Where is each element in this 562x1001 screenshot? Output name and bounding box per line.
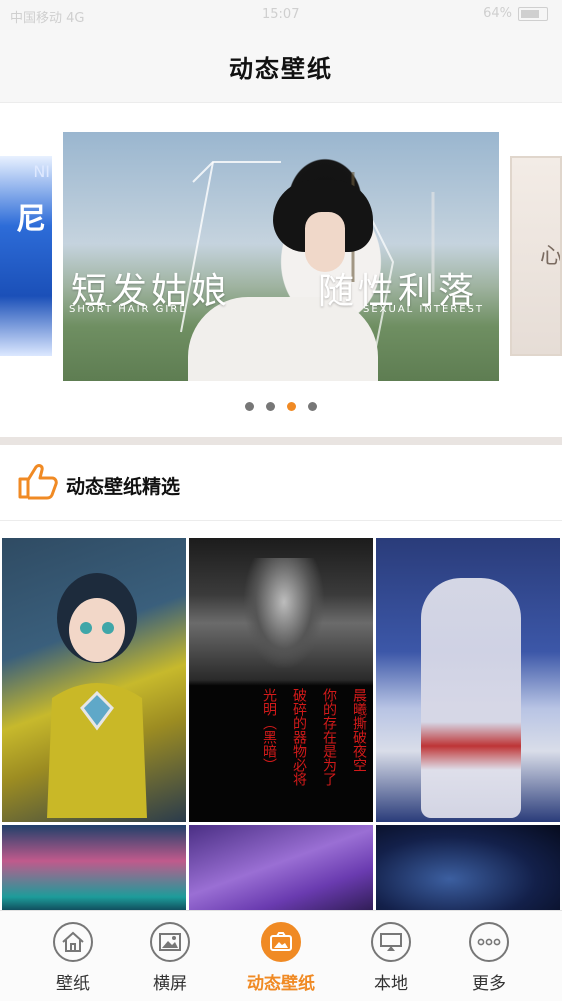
- tab-label: 壁纸: [56, 974, 90, 994]
- banner-prev-sub: NI: [33, 162, 50, 181]
- banner-prev-slide[interactable]: NI 尼: [0, 156, 52, 356]
- banner-carousel[interactable]: NI 尼 短发姑娘 随性利落 SHORT HAIR GIRL SEXUAL IN…: [0, 104, 562, 438]
- tile-poem-line: 光明（黑暗）: [261, 688, 277, 772]
- thumbs-up-icon: [16, 463, 58, 505]
- tab-wallpaper[interactable]: 壁纸: [18, 911, 128, 1001]
- battery-icon: [518, 6, 548, 21]
- tab-landscape[interactable]: 横屏: [115, 911, 225, 1001]
- wallpaper-grid: 晨曦撕破夜空 你的存在是为了 破碎的器物必将 光明（黑暗）: [0, 536, 562, 915]
- tile-anime-girl-art: [47, 573, 147, 818]
- tile-warrior-art: [421, 578, 521, 818]
- tile-poem-line: 你的存在是为了: [321, 688, 337, 786]
- banner-next-slide[interactable]: 心: [510, 156, 562, 356]
- battery-percent: 64%: [483, 6, 512, 21]
- tab-more[interactable]: 更多: [434, 911, 544, 1001]
- wallpaper-tile[interactable]: [376, 825, 560, 915]
- wallpaper-tile[interactable]: [2, 538, 186, 822]
- tab-live-wallpaper[interactable]: 动态壁纸: [226, 911, 336, 1001]
- local-icon: [371, 922, 411, 962]
- carousel-dot[interactable]: [308, 402, 317, 411]
- banner-subtitle-left: SHORT HAIR GIRL: [69, 304, 187, 315]
- wallpaper-tile[interactable]: 晨曦撕破夜空 你的存在是为了 破碎的器物必将 光明（黑暗）: [189, 538, 373, 822]
- bottom-tab-bar: 壁纸 横屏 动态壁纸 本地 更多: [0, 910, 562, 1001]
- tab-label: 横屏: [153, 974, 187, 994]
- home-icon: [53, 922, 93, 962]
- landscape-image-icon: [150, 922, 190, 962]
- wallpaper-tile[interactable]: [2, 825, 186, 915]
- wallpaper-tile[interactable]: [189, 825, 373, 915]
- live-wallpaper-icon: [261, 922, 301, 962]
- more-icon: [469, 922, 509, 962]
- status-right: 64%: [483, 6, 548, 21]
- banner-next-text: 心: [540, 244, 562, 269]
- page-title: 动态壁纸: [229, 53, 333, 83]
- carousel-dot[interactable]: [245, 402, 254, 411]
- carrier-label: 中国移动 4G: [10, 11, 85, 26]
- section-divider: [0, 437, 562, 445]
- carousel-indicator: [0, 402, 562, 411]
- tab-label: 本地: [374, 974, 408, 994]
- tile-poem-line: 晨曦撕破夜空: [351, 688, 367, 772]
- section-title: 动态壁纸精选: [66, 476, 181, 498]
- banner-current-slide[interactable]: 短发姑娘 随性利落 SHORT HAIR GIRL SEXUAL INTERES…: [63, 132, 499, 381]
- app-header: 动态壁纸: [0, 30, 562, 103]
- tab-label: 更多: [472, 974, 506, 994]
- tab-local[interactable]: 本地: [336, 911, 446, 1001]
- status-bar: 中国移动 4G 15:07 64%: [0, 0, 562, 30]
- tab-label: 动态壁纸: [247, 974, 315, 994]
- tile-dark-mask-art: [244, 558, 324, 668]
- carousel-dot-active[interactable]: [287, 402, 296, 411]
- banner-prev-text: 尼: [16, 202, 46, 237]
- featured-section-header: 动态壁纸精选: [0, 445, 562, 521]
- tile-poem-line: 破碎的器物必将: [291, 688, 307, 786]
- banner-subtitle-right: SEXUAL INTEREST: [363, 304, 485, 315]
- carousel-dot[interactable]: [266, 402, 275, 411]
- clock: 15:07: [262, 7, 300, 22]
- wallpaper-tile[interactable]: [376, 538, 560, 822]
